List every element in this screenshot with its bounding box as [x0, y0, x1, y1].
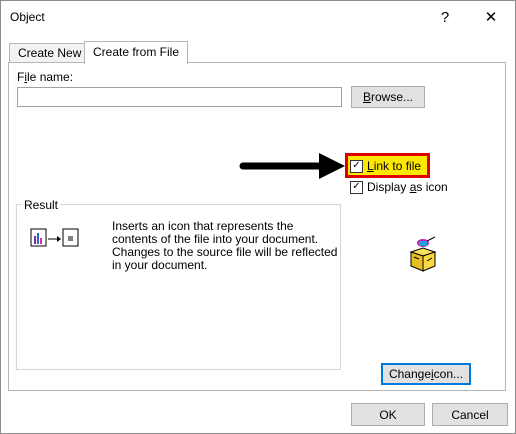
ok-button[interactable]: OK: [351, 403, 425, 426]
result-line: in your document.: [112, 258, 208, 272]
tab-label: Create New: [18, 46, 82, 60]
checkbox-check-icon: ✓: [350, 180, 363, 194]
title-bar: Object ? ✕: [1, 1, 515, 33]
link-to-file-label: Link to file: [367, 159, 422, 173]
link-to-file-checkbox[interactable]: ✓ Link to file: [350, 159, 421, 173]
result-legend: Result: [22, 198, 61, 212]
cancel-button[interactable]: Cancel: [432, 403, 508, 426]
change-icon-button[interactable]: Change i con...: [381, 363, 471, 385]
help-icon: ?: [440, 8, 450, 26]
display-as-icon-label: Display as icon: [367, 180, 448, 194]
display-as-icon-checkbox[interactable]: ✓ Display as icon: [350, 180, 448, 194]
tab-create-new[interactable]: Create New: [9, 43, 91, 63]
result-group: Result Inserts an icon that represents t…: [16, 198, 341, 370]
file-name-label: File name:: [17, 70, 74, 84]
arrow-annotation-icon: [239, 153, 345, 179]
link-to-icon-icon: [30, 228, 79, 247]
object-dialog: Object ? ✕ Create New Create from File F…: [0, 0, 516, 434]
dialog-title: Object: [10, 10, 45, 24]
browse-button[interactable]: Browse...: [351, 86, 425, 108]
help-button[interactable]: ?: [425, 3, 465, 31]
tab-create-from-file[interactable]: Create from File: [84, 41, 189, 64]
tab-label: Create from File: [93, 45, 180, 59]
package-icon: [409, 236, 437, 272]
file-name-input[interactable]: [17, 87, 342, 107]
checkbox-check-icon: ✓: [350, 159, 363, 173]
close-icon: ✕: [484, 9, 498, 26]
close-button[interactable]: ✕: [471, 3, 511, 31]
create-from-file-panel: File name: Browse... ✓ Link to file ✓ Di…: [8, 62, 506, 391]
result-description: Inserts an icon that represents the cont…: [112, 220, 337, 272]
